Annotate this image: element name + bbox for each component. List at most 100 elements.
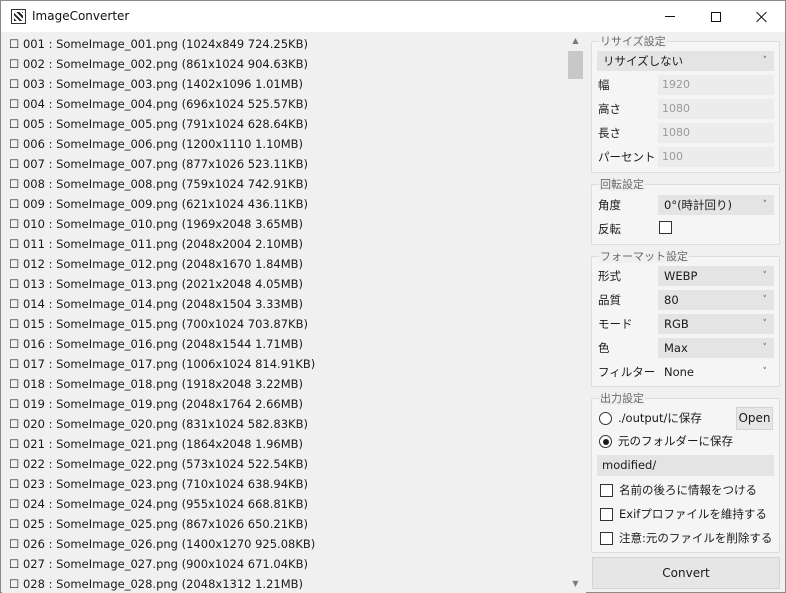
color-label: 色 — [598, 341, 610, 355]
file-list-item[interactable]: ☐ 016 : SomeImage_016.png (2048x1544 1.7… — [9, 334, 303, 354]
file-list-item[interactable]: ☐ 006 : SomeImage_006.png (1200x1110 1.1… — [9, 134, 303, 154]
chevron-down-icon: ˅ — [762, 271, 768, 281]
color-mode-select[interactable]: RGB ˅ — [658, 314, 774, 334]
save-to-output-radio[interactable] — [599, 412, 612, 425]
file-list-item[interactable]: ☐ 015 : SomeImage_015.png (700x1024 703.… — [9, 314, 308, 334]
format-type-value: WEBP — [664, 269, 698, 283]
color-value: Max — [664, 341, 688, 355]
format-settings-group: フォーマット設定 形式 WEBP ˅ 品質 80 ˅ モード RGB ˅ 色 M… — [591, 250, 780, 387]
file-list-item[interactable]: ☐ 018 : SomeImage_018.png (1918x2048 3.2… — [9, 374, 303, 394]
file-list-item[interactable]: ☐ 024 : SomeImage_024.png (955x1024 668.… — [9, 494, 308, 514]
resize-mode-select[interactable]: リサイズしない ˅ — [597, 51, 774, 71]
color-mode-value: RGB — [664, 317, 689, 331]
file-list-item[interactable]: ☐ 001 : SomeImage_001.png (1024x849 724.… — [9, 34, 308, 54]
keep-exif-checkbox[interactable] — [600, 508, 613, 521]
file-list-item[interactable]: ☐ 014 : SomeImage_014.png (2048x1504 3.3… — [9, 294, 303, 314]
save-to-source-radio[interactable] — [599, 435, 612, 448]
file-list-item[interactable]: ☐ 026 : SomeImage_026.png (1400x1270 925… — [9, 534, 315, 554]
file-list[interactable]: ☐ 001 : SomeImage_001.png (1024x849 724.… — [2, 33, 586, 593]
file-list-item[interactable]: ☐ 013 : SomeImage_013.png (2021x2048 4.0… — [9, 274, 303, 294]
append-info-label[interactable]: 名前の後ろに情報をつける — [619, 480, 757, 500]
angle-select[interactable]: 0°(時計回り) ˅ — [658, 195, 774, 215]
filter-value: None — [664, 365, 695, 379]
file-list-item[interactable]: ☐ 020 : SomeImage_020.png (831x1024 582.… — [9, 414, 308, 434]
scroll-thumb[interactable] — [568, 51, 583, 79]
filter-select[interactable]: None ˅ — [658, 362, 774, 382]
convert-button[interactable]: Convert — [592, 557, 780, 589]
close-button[interactable] — [739, 1, 785, 32]
file-list-item[interactable]: ☐ 012 : SomeImage_012.png (2048x1670 1.8… — [9, 254, 303, 274]
file-list-item[interactable]: ☐ 028 : SomeImage_028.png (2048x1312 1.2… — [9, 574, 303, 593]
title-bar: ImageConverter — [1, 1, 785, 32]
scroll-down-arrow-icon[interactable]: ▼ — [566, 576, 585, 592]
chevron-down-icon: ˅ — [762, 343, 768, 353]
file-list-item[interactable]: ☐ 008 : SomeImage_008.png (759x1024 742.… — [9, 174, 308, 194]
save-to-source-label[interactable]: 元のフォルダーに保存 — [618, 431, 733, 451]
minimize-button[interactable] — [647, 1, 693, 32]
width-label: 幅 — [598, 78, 610, 92]
delete-original-checkbox[interactable] — [600, 532, 613, 545]
percent-label: パーセント — [598, 150, 656, 164]
filter-label: フィルター — [598, 365, 656, 379]
height-label: 高さ — [598, 102, 621, 116]
angle-label: 角度 — [598, 198, 621, 212]
scroll-up-arrow-icon[interactable]: ▲ — [566, 33, 585, 49]
file-list-item[interactable]: ☐ 007 : SomeImage_007.png (877x1026 523.… — [9, 154, 308, 174]
chevron-down-icon: ˅ — [762, 200, 768, 210]
long-side-input[interactable]: 1080 — [658, 123, 774, 143]
file-list-item[interactable]: ☐ 017 : SomeImage_017.png (1006x1024 814… — [9, 354, 315, 374]
file-list-item[interactable]: ☐ 002 : SomeImage_002.png (861x1024 904.… — [9, 54, 308, 74]
flip-checkbox[interactable] — [659, 221, 672, 234]
window-title: ImageConverter — [32, 9, 130, 23]
file-list-item[interactable]: ☐ 011 : SomeImage_011.png (2048x2004 2.1… — [9, 234, 303, 254]
file-list-item[interactable]: ☐ 009 : SomeImage_009.png (621x1024 436.… — [9, 194, 308, 214]
delete-original-label[interactable]: 注意:元のファイルを削除する — [619, 528, 772, 548]
image-converter-icon — [11, 9, 26, 24]
minimize-icon — [665, 16, 675, 17]
width-input[interactable]: 1920 — [658, 75, 774, 95]
height-input[interactable]: 1080 — [658, 99, 774, 119]
resize-settings-group: リサイズ設定 リサイズしない ˅ 幅 1920 高さ 1080 長さ 1080 … — [591, 35, 780, 173]
long-side-label: 長さ — [598, 126, 621, 140]
close-icon — [756, 11, 768, 23]
file-list-item[interactable]: ☐ 005 : SomeImage_005.png (791x1024 628.… — [9, 114, 308, 134]
output-settings-group: 出力設定 ./output/に保存 Open 元のフォルダーに保存 modifi… — [591, 392, 780, 553]
quality-select[interactable]: 80 ˅ — [658, 290, 774, 310]
open-folder-button[interactable]: Open — [736, 407, 773, 430]
quality-label: 品質 — [598, 293, 621, 307]
file-list-item[interactable]: ☐ 021 : SomeImage_021.png (1864x2048 1.9… — [9, 434, 303, 454]
flip-label: 反転 — [598, 222, 621, 236]
quality-value: 80 — [664, 293, 679, 307]
output-settings-title: 出力設定 — [599, 392, 645, 405]
chevron-down-icon: ˅ — [762, 56, 768, 66]
output-folder-input[interactable]: modified/ — [597, 455, 774, 476]
angle-value: 0°(時計回り) — [664, 198, 733, 212]
color-select[interactable]: Max ˅ — [658, 338, 774, 358]
save-to-output-label[interactable]: ./output/に保存 — [618, 408, 702, 428]
color-mode-label: モード — [598, 317, 633, 331]
append-info-checkbox[interactable] — [600, 484, 613, 497]
chevron-down-icon: ˅ — [762, 319, 768, 329]
chevron-down-icon: ˅ — [762, 367, 768, 377]
file-list-item[interactable]: ☐ 022 : SomeImage_022.png (573x1024 522.… — [9, 454, 308, 474]
format-type-select[interactable]: WEBP ˅ — [658, 266, 774, 286]
file-list-item[interactable]: ☐ 004 : SomeImage_004.png (696x1024 525.… — [9, 94, 308, 114]
format-settings-title: フォーマット設定 — [599, 250, 689, 263]
resize-mode-value: リサイズしない — [603, 54, 684, 68]
app-window: ImageConverter ☐ 001 : SomeImage_001.png… — [0, 0, 786, 593]
file-list-item[interactable]: ☐ 025 : SomeImage_025.png (867x1026 650.… — [9, 514, 308, 534]
percent-input[interactable]: 100 — [658, 147, 774, 167]
rotate-settings-group: 回転設定 角度 0°(時計回り) ˅ 反転 — [591, 178, 780, 245]
resize-settings-title: リサイズ設定 — [599, 35, 667, 48]
keep-exif-label[interactable]: Exifプロファイルを維持する — [619, 504, 767, 524]
chevron-down-icon: ˅ — [762, 295, 768, 305]
maximize-button[interactable] — [693, 1, 739, 32]
file-list-item[interactable]: ☐ 003 : SomeImage_003.png (1402x1096 1.0… — [9, 74, 303, 94]
file-list-scrollbar[interactable]: ▲ ▼ — [566, 33, 585, 593]
file-list-item[interactable]: ☐ 023 : SomeImage_023.png (710x1024 638.… — [9, 474, 308, 494]
file-list-item[interactable]: ☐ 027 : SomeImage_027.png (900x1024 671.… — [9, 554, 308, 574]
file-list-item[interactable]: ☐ 010 : SomeImage_010.png (1969x2048 3.6… — [9, 214, 303, 234]
format-type-label: 形式 — [598, 269, 621, 283]
file-list-item[interactable]: ☐ 019 : SomeImage_019.png (2048x1764 2.6… — [9, 394, 303, 414]
maximize-icon — [711, 11, 721, 22]
